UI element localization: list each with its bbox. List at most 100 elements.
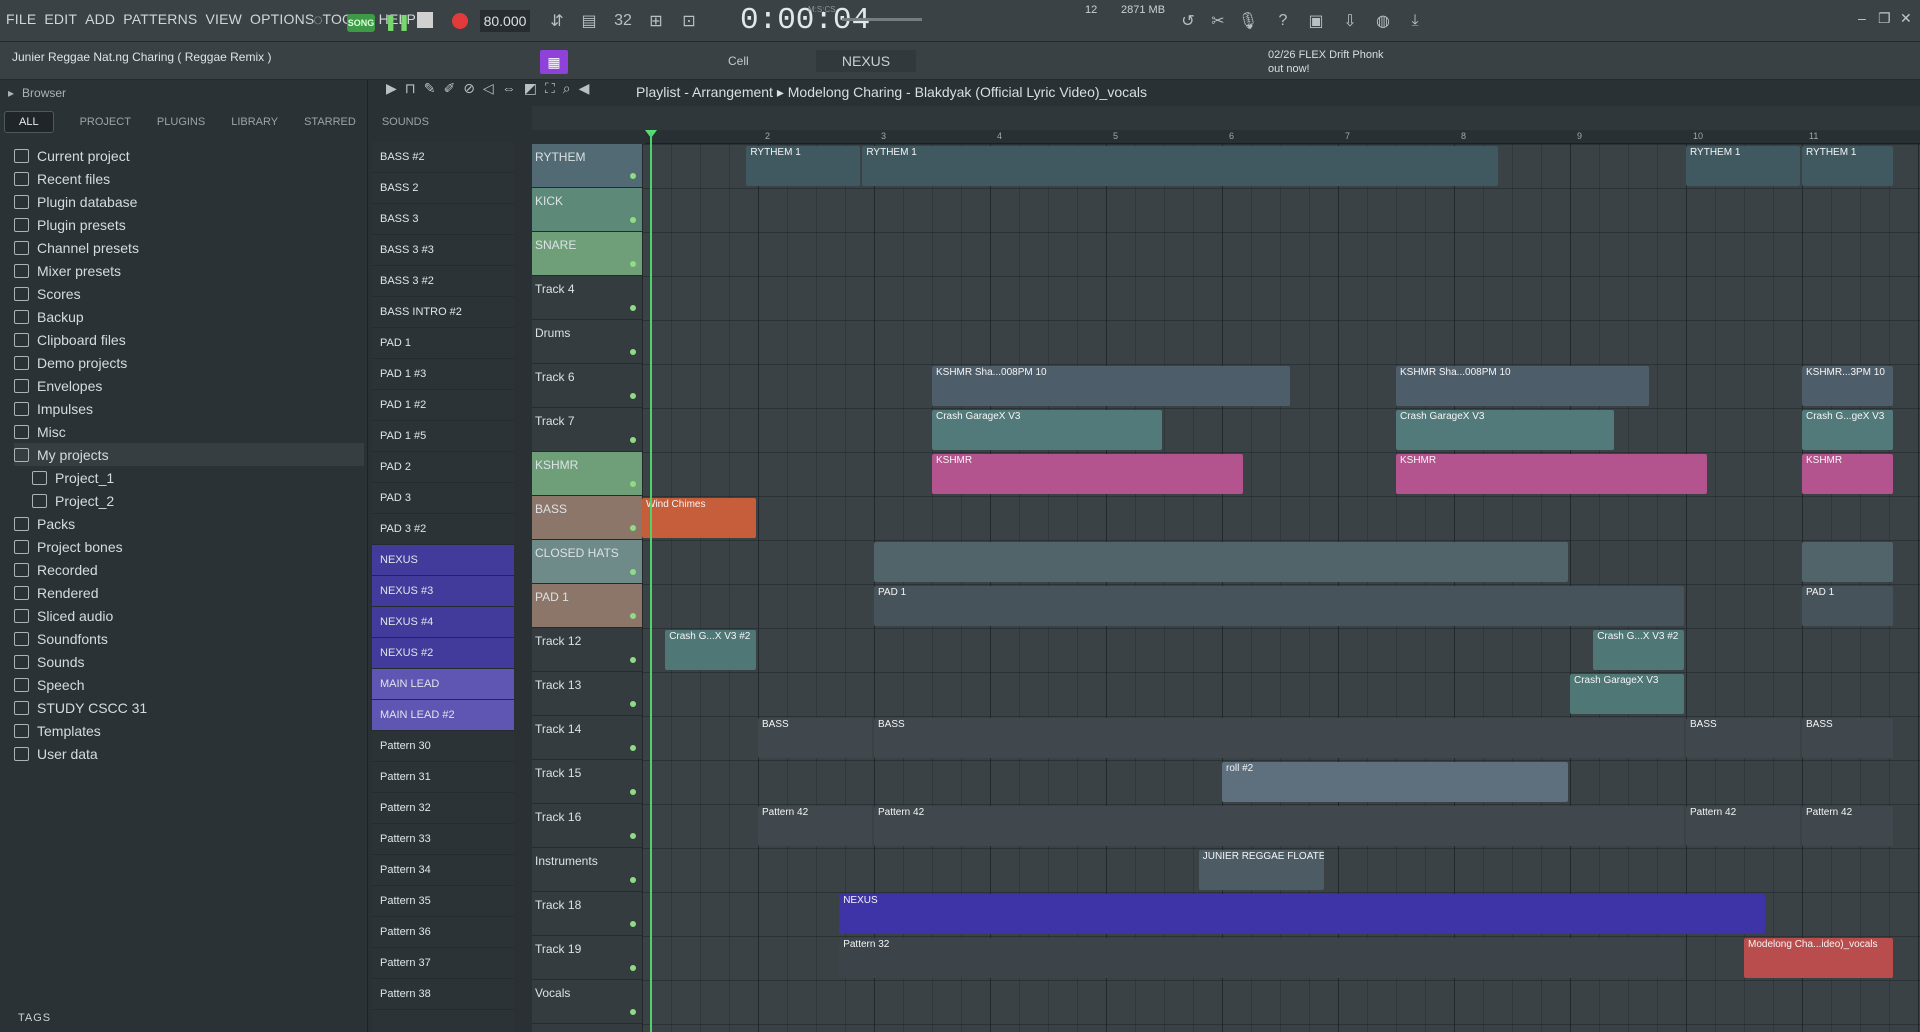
playlist-clip[interactable]: Crash G...geX V3 — [1802, 410, 1893, 450]
step-edit-icon[interactable]: 32 — [610, 8, 636, 34]
track-enable-icon[interactable] — [630, 349, 636, 355]
playlist-clip[interactable]: Pattern 42 — [758, 806, 872, 846]
tempo-display[interactable]: 80.000 — [480, 10, 530, 32]
track-header[interactable]: Track 13 — [532, 672, 642, 716]
track-enable-icon[interactable] — [630, 217, 636, 223]
pattern-item[interactable]: NEXUS #4 — [372, 607, 514, 638]
playlist-clip[interactable]: KSHMR — [1802, 454, 1893, 494]
track-header[interactable]: Track 4 — [532, 276, 642, 320]
track-enable-icon[interactable] — [630, 393, 636, 399]
playlist-clip[interactable]: Crash G...X V3 #2 — [665, 630, 756, 670]
pattern-item[interactable]: PAD 1 #2 — [372, 390, 514, 421]
playlist-clip[interactable]: KSHMR...3PM 10 — [1802, 366, 1893, 406]
pattern-item[interactable]: PAD 2 — [372, 452, 514, 483]
track-header[interactable]: Track 12 — [532, 628, 642, 672]
track-header[interactable]: Instruments — [532, 848, 642, 892]
playlist-clip[interactable]: PAD 1 — [1802, 586, 1893, 626]
timeline-ruler[interactable]: 2 3 4 5 6 7 8 9 10 11 — [645, 130, 1920, 144]
browser-tab-project[interactable]: PROJECT — [80, 116, 131, 128]
magnet-icon[interactable]: ⊓ — [405, 80, 416, 106]
chat-icon[interactable]: ◍ — [1370, 8, 1396, 34]
playlist-clip[interactable]: KSHMR Sha...008PM 10 — [1396, 366, 1650, 406]
playlist-clip[interactable]: Crash GarageX V3 — [932, 410, 1162, 450]
browser-tab-plugins[interactable]: PLUGINS — [157, 116, 205, 128]
track-header[interactable]: Track 16 — [532, 804, 642, 848]
playlist-clip[interactable]: Crash G...X V3 #2 — [1593, 630, 1684, 670]
playlist-clip[interactable] — [1802, 542, 1893, 582]
channel-selector[interactable]: NEXUS — [816, 50, 916, 72]
pattern-item[interactable]: PAD 1 #3 — [372, 359, 514, 390]
browser-item-demo-projects[interactable]: Demo projects — [14, 351, 364, 374]
track-header[interactable]: Track 6 — [532, 364, 642, 408]
track-enable-icon[interactable] — [630, 701, 636, 707]
track-header[interactable]: Drums — [532, 320, 642, 364]
play-small-icon[interactable]: ▶ — [386, 80, 397, 106]
menu-file[interactable]: FILE — [6, 11, 36, 27]
stop-button[interactable] — [417, 12, 433, 28]
browser-item-soundfonts[interactable]: Soundfonts — [14, 627, 364, 650]
playlist-clip[interactable] — [874, 542, 1568, 582]
pattern-item[interactable]: BASS 3 — [372, 204, 514, 235]
playlist-clip[interactable]: roll #2 — [1222, 762, 1568, 802]
playlist-clip[interactable]: Pattern 42 — [1802, 806, 1893, 846]
help-icon[interactable]: ? — [1270, 8, 1296, 34]
browser-item-envelopes[interactable]: Envelopes — [14, 374, 364, 397]
playlist-clip[interactable]: RYTHEM 1 — [1802, 146, 1893, 186]
pattern-scrollbar[interactable] — [516, 142, 528, 1022]
browser-item-channel-presets[interactable]: Channel presets — [14, 236, 364, 259]
playlist-clip[interactable]: BASS — [758, 718, 872, 758]
pattern-item[interactable]: Pattern 37 — [372, 948, 514, 979]
zoom-icon[interactable]: ⌕ — [563, 80, 571, 106]
playlist-clip[interactable]: NEXUS — [839, 894, 1766, 934]
track-enable-icon[interactable] — [630, 173, 636, 179]
track-header[interactable]: CLOSED HATS — [532, 540, 642, 584]
select-icon[interactable]: ⛶ — [545, 80, 555, 106]
browser-item-mixer-presets[interactable]: Mixer presets — [14, 259, 364, 282]
track-enable-icon[interactable] — [630, 965, 636, 971]
browser-arrow-icon[interactable]: ▸ — [8, 86, 14, 100]
track-header[interactable]: PAD 1 — [532, 584, 642, 628]
playlist-clip[interactable]: Modelong Cha...ideo)_vocals — [1744, 938, 1893, 978]
track-enable-icon[interactable] — [630, 745, 636, 751]
song-mode-button[interactable]: SONG — [347, 14, 375, 32]
playlist-clip[interactable]: Pattern 42 — [874, 806, 1684, 846]
track-header[interactable]: KICK — [532, 188, 642, 232]
pattern-item[interactable]: MAIN LEAD — [372, 669, 514, 700]
menu-edit[interactable]: EDIT — [44, 11, 77, 27]
track-enable-icon[interactable] — [630, 1009, 636, 1015]
track-enable-icon[interactable] — [630, 525, 636, 531]
playlist-clip[interactable]: KSHMR Sha...008PM 10 — [932, 366, 1290, 406]
close-window-icon[interactable]: ✕ — [1900, 10, 1912, 27]
cut-icon[interactable]: ✂ — [1205, 8, 1231, 34]
browser-item-impulses[interactable]: Impulses — [14, 397, 364, 420]
browser-item-study-cscc-31[interactable]: STUDY CSCC 31 — [14, 696, 364, 719]
pattern-item[interactable]: Pattern 33 — [372, 824, 514, 855]
pattern-item[interactable]: NEXUS #3 — [372, 576, 514, 607]
track-enable-icon[interactable] — [630, 789, 636, 795]
browser-tab-all[interactable]: ALL — [4, 111, 54, 133]
track-enable-icon[interactable] — [630, 261, 636, 267]
browser-item-speech[interactable]: Speech — [14, 673, 364, 696]
pattern-song-icon[interactable]: ▤ — [576, 8, 602, 34]
pattern-item[interactable]: PAD 1 #5 — [372, 421, 514, 452]
pattern-item[interactable]: Pattern 32 — [372, 793, 514, 824]
track-enable-icon[interactable] — [630, 877, 636, 883]
browser-item-my-projects[interactable]: My projects — [14, 443, 364, 466]
download-icon[interactable]: ⤓ — [1402, 8, 1428, 34]
wait-input-icon[interactable]: ⊡ — [676, 8, 702, 34]
pattern-item[interactable]: MAIN LEAD #2 — [372, 700, 514, 731]
save-icon[interactable]: ▣ — [1303, 8, 1329, 34]
browser-item-recent-files[interactable]: Recent files — [14, 167, 364, 190]
playlist-grid[interactable]: RYTHEM 1 RYTHEM 1 RYTHEM 1 RYTHEM 1 KSHMR Sh… — [642, 144, 1920, 1032]
pattern-item[interactable]: Pattern 31 — [372, 762, 514, 793]
track-enable-icon[interactable] — [630, 921, 636, 927]
pattern-item[interactable]: BASS 2 — [372, 173, 514, 204]
browser-item-recorded[interactable]: Recorded — [14, 558, 364, 581]
minimize-window-icon[interactable]: – — [1858, 10, 1866, 26]
playlist-clip[interactable]: Wind Chimes — [642, 498, 756, 538]
playlist-clip[interactable]: JUNIER REGGAE FLOATER — [1198, 850, 1325, 890]
browser-item-current-project[interactable]: Current project — [14, 144, 364, 167]
track-enable-icon[interactable] — [630, 833, 636, 839]
playlist-clip[interactable]: RYTHEM 1 — [862, 146, 1499, 186]
menu-add[interactable]: ADD — [85, 11, 115, 27]
